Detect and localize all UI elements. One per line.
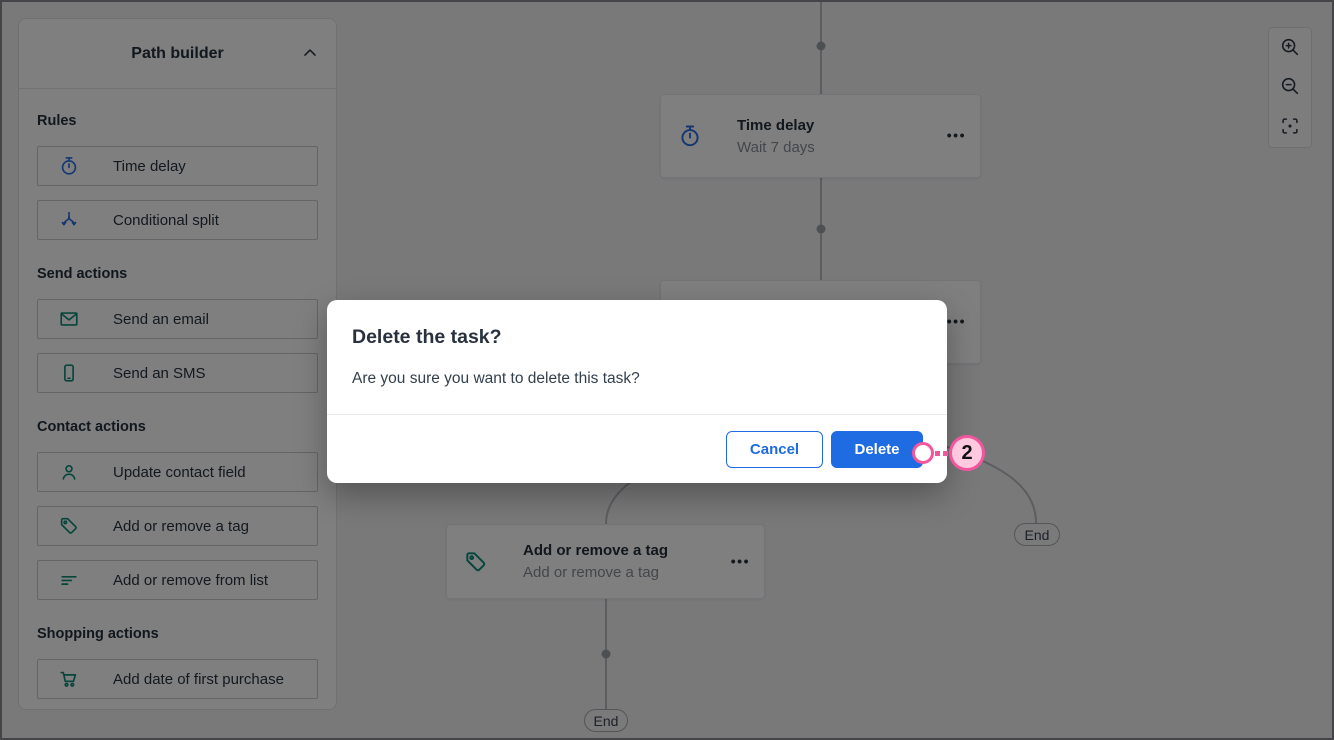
cancel-button[interactable]: Cancel xyxy=(726,430,823,468)
annotation-step-badge: 2 xyxy=(949,435,985,471)
delete-task-modal: Delete the task? Are you sure you want t… xyxy=(327,300,947,483)
delete-button[interactable]: Delete xyxy=(831,430,923,468)
flow-editor-screen: Path builder Rules Time delay Cond xyxy=(0,0,1334,740)
modal-message: Are you sure you want to delete this tas… xyxy=(352,370,640,387)
modal-title: Delete the task? xyxy=(352,326,502,348)
modal-content: Delete the task? Are you sure you want t… xyxy=(327,300,947,414)
annotation-dotted-line xyxy=(943,451,948,456)
modal-footer: Cancel Delete xyxy=(327,414,947,483)
annotation-pointer-circle xyxy=(912,442,934,464)
annotation-dotted-line xyxy=(935,451,940,456)
